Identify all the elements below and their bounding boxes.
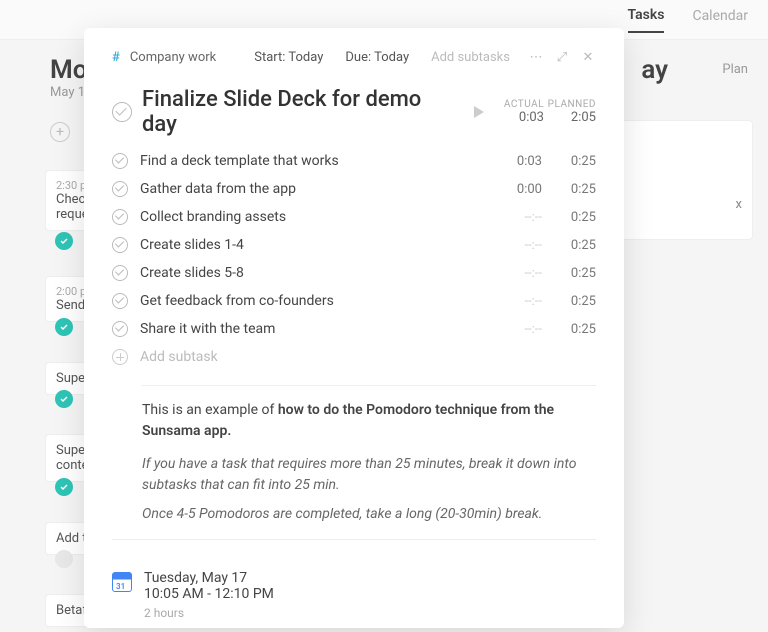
subtask-planned: 0:25 [554,294,596,309]
bg-card-right: x [618,120,753,240]
subtask-actual: --:-- [500,322,542,337]
task-note[interactable]: This is an example of how to do the Pomo… [142,400,596,525]
subtask-checkbox[interactable] [112,321,128,337]
subtask-row[interactable]: Get feedback from co-founders --:-- 0:25 [112,287,596,315]
subtask-actual: 0:03 [500,154,542,169]
play-icon[interactable] [474,106,484,118]
subtask-planned: 0:25 [554,322,596,337]
planned-header: PLANNED [548,99,596,110]
task-detail-modal: # Company work Start: Today Due: Today A… [84,28,624,628]
subtask-planned: 0:25 [554,238,596,253]
actual-header: ACTUAL [504,99,544,110]
subtask-checkbox[interactable] [112,153,128,169]
hash-icon: # [112,50,120,65]
subtask-row[interactable]: Find a deck template that works 0:03 0:25 [112,147,596,175]
planned-total: 2:05 [571,110,596,125]
subtask-name: Find a deck template that works [140,153,488,169]
subtask-actual: --:-- [500,210,542,225]
subtask-row[interactable]: Share it with the team --:-- 0:25 [112,315,596,343]
bg-day-right: ay [641,55,668,85]
note-line2: If you have a task that requires more th… [142,454,596,496]
subtask-checkbox[interactable] [112,181,128,197]
subtask-name: Share it with the team [140,321,488,337]
subtask-actual: 0:00 [500,182,542,197]
add-icon[interactable] [112,349,128,365]
subtask-checkbox[interactable] [112,265,128,281]
check-icon [55,478,73,496]
check-icon [55,390,73,408]
actual-total: 0:03 [519,110,544,125]
check-icon [55,318,73,336]
divider [142,385,596,386]
task-complete-checkbox[interactable] [112,102,132,122]
subtask-actual: --:-- [500,238,542,253]
subtask-name: Get feedback from co-founders [140,293,488,309]
subtask-row[interactable]: Collect branding assets --:-- 0:25 [112,203,596,231]
subtask-row[interactable]: Create slides 1-4 --:-- 0:25 [112,231,596,259]
calendar-icon [112,572,132,592]
subtask-actual: --:-- [500,266,542,281]
tab-tasks[interactable]: Tasks [628,7,665,33]
subtask-list: Find a deck template that works0:030:25G… [112,147,596,343]
add-subtask-input[interactable]: Add subtask [140,349,596,365]
schedule-block[interactable]: Tuesday, May 17 10:05 AM - 12:10 PM 2 ho… [112,570,596,620]
subtask-name: Create slides 1-4 [140,237,488,253]
subtask-checkbox[interactable] [112,237,128,253]
subtask-planned: 0:25 [554,266,596,281]
add-task-button[interactable]: + [50,122,70,142]
subtask-planned: 0:25 [554,182,596,197]
divider [112,539,596,540]
due-date[interactable]: Due: Today [345,50,409,65]
more-icon[interactable]: ⋯ [528,50,544,65]
add-subtasks-link[interactable]: Add subtasks [431,50,510,65]
subtask-row[interactable]: Create slides 5-8 --:-- 0:25 [112,259,596,287]
subtask-checkbox[interactable] [112,293,128,309]
schedule-duration: 2 hours [144,606,274,620]
expand-icon[interactable]: ⤢ [554,50,570,65]
workspace-breadcrumb[interactable]: Company work [130,50,216,65]
subtask-actual: --:-- [500,294,542,309]
plan-link[interactable]: Plan [722,62,748,77]
subtask-name: Create slides 5-8 [140,265,488,281]
close-icon[interactable]: ✕ [580,50,596,65]
check-icon [55,232,73,250]
schedule-date: Tuesday, May 17 [144,570,274,586]
note-line3: Once 4-5 Pomodoros are completed, take a… [142,504,596,525]
note-prefix: This is an example of [142,402,278,418]
subtask-name: Gather data from the app [140,181,488,197]
tab-calendar[interactable]: Calendar [692,8,748,32]
subtask-planned: 0:25 [554,210,596,225]
bg-day-label: Mo [50,55,87,85]
subtask-name: Collect branding assets [140,209,488,225]
check-icon-gray [55,550,73,568]
subtask-planned: 0:25 [554,154,596,169]
task-title-input[interactable]: Finalize Slide Deck for demo day [142,87,456,137]
schedule-time: 10:05 AM - 12:10 PM [144,586,274,602]
subtask-checkbox[interactable] [112,209,128,225]
bg-date-label: May 1 [50,85,85,100]
subtask-row[interactable]: Gather data from the app 0:00 0:25 [112,175,596,203]
start-date[interactable]: Start: Today [254,50,323,65]
